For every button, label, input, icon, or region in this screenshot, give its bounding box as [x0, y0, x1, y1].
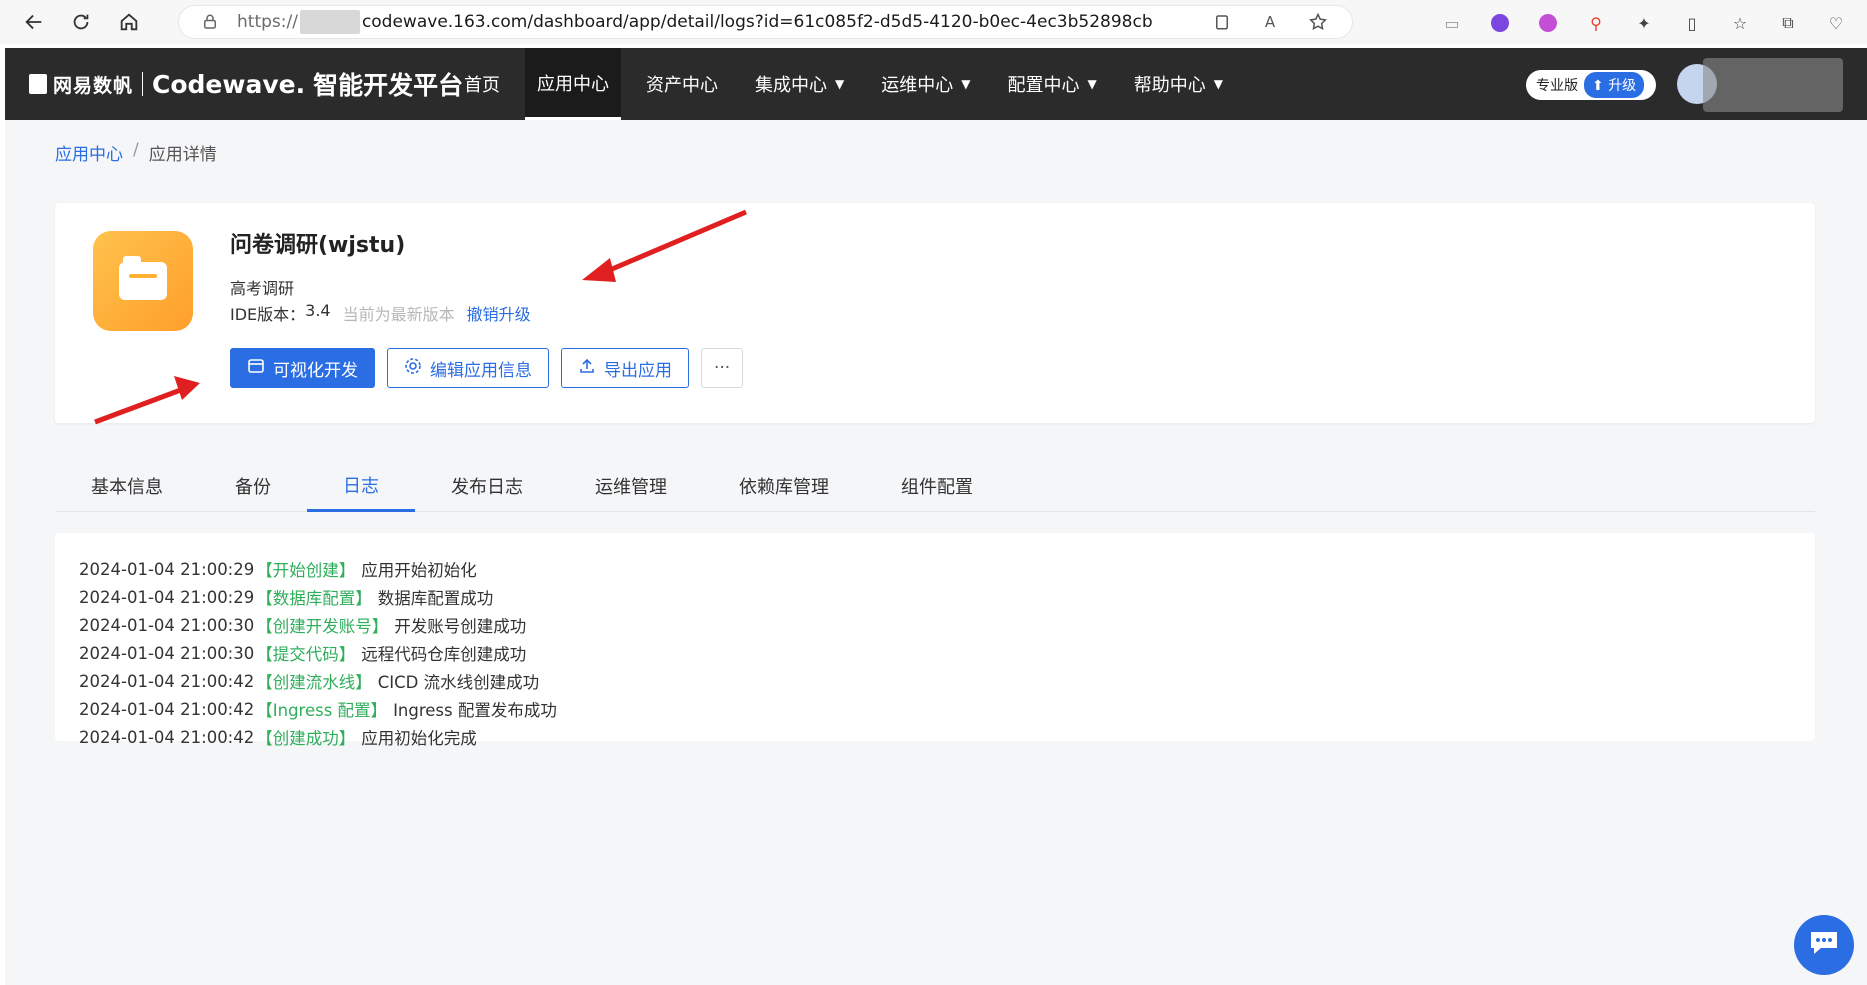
chat-support-button[interactable]	[1794, 915, 1854, 975]
annotation-arrow-upgrade	[582, 209, 747, 282]
annotation-arrow-visual-dev	[94, 376, 200, 425]
chat-bubble-icon	[1807, 928, 1841, 962]
annotation-arrows	[94, 209, 747, 425]
